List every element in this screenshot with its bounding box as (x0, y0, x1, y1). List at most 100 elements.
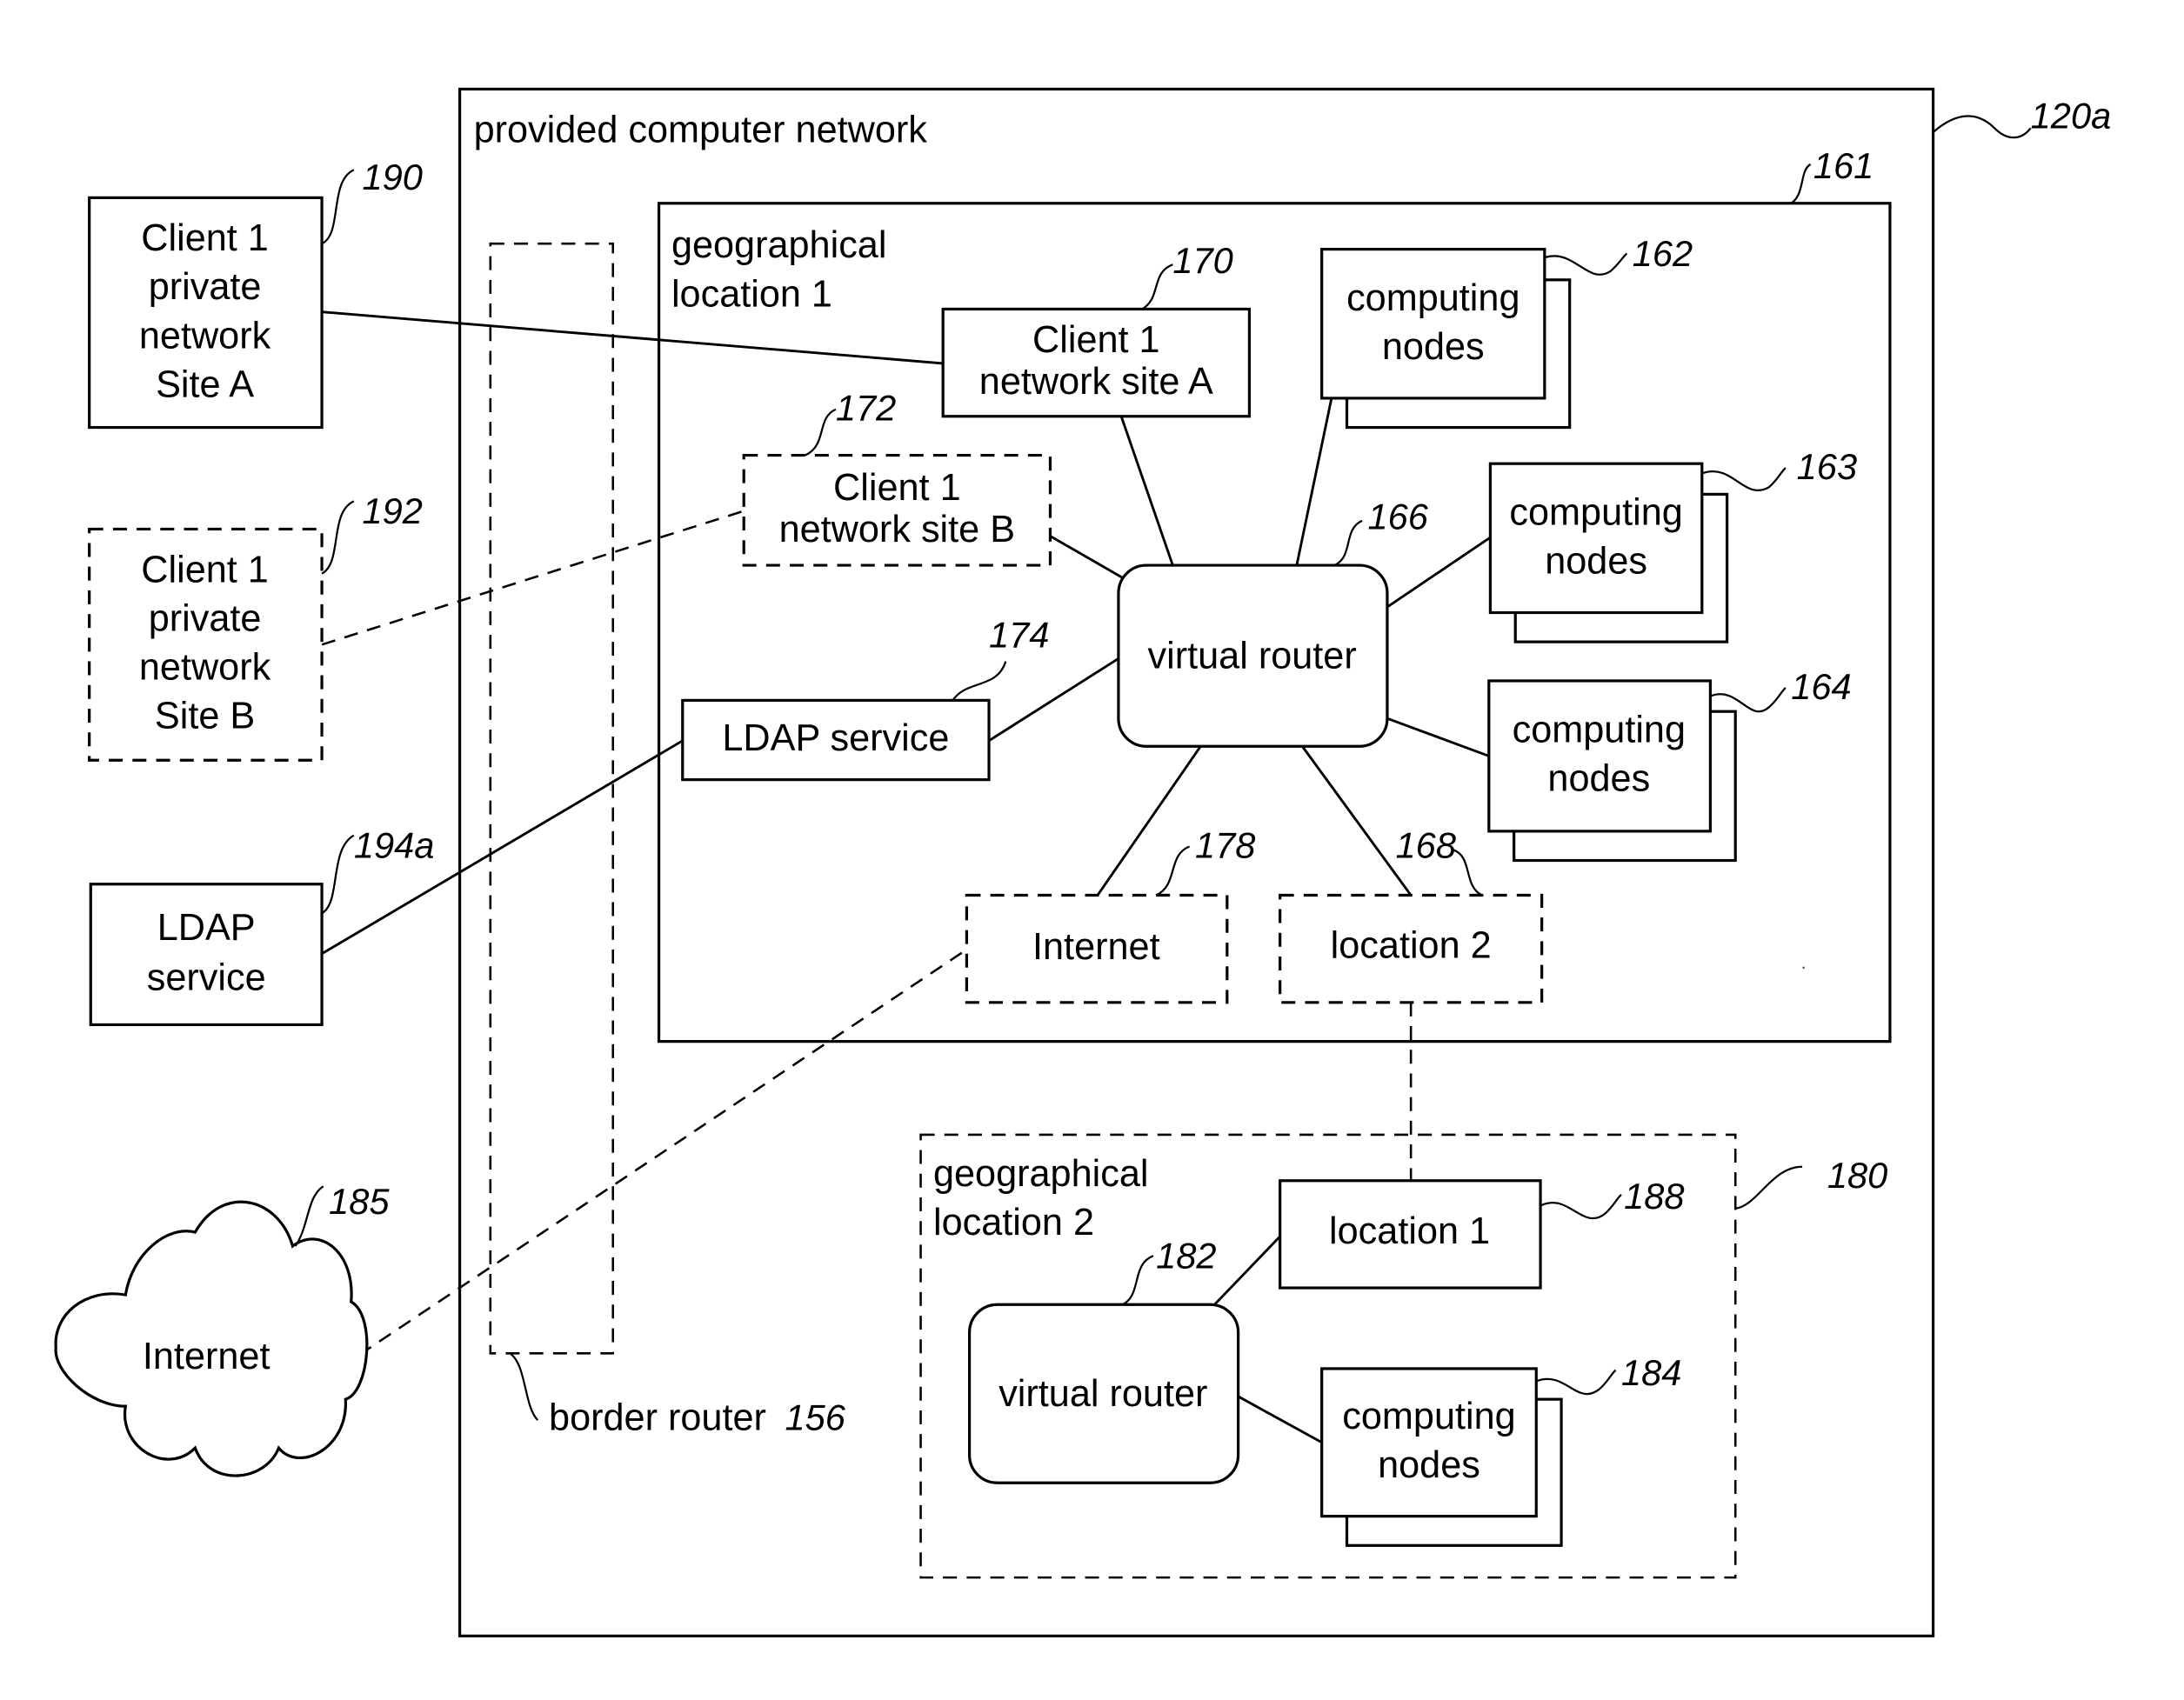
ref-163: 163 (1797, 446, 1857, 487)
svg-text:private: private (149, 597, 262, 639)
ref-194a: 194a (354, 824, 435, 865)
ref-168: 168 (1396, 824, 1456, 865)
link-router-nodes-164 (1386, 717, 1490, 757)
link-router-site-a (1119, 416, 1174, 566)
border-router-label: border router 156 (549, 1397, 846, 1438)
svg-text:Client 1: Client 1 (141, 549, 269, 590)
ref-192: 192 (362, 490, 422, 531)
svg-text:Internet: Internet (1032, 926, 1160, 968)
svg-text:computing: computing (1346, 277, 1519, 319)
ref-120a: 120a (2031, 95, 2112, 136)
svg-text:Client 1: Client 1 (141, 217, 269, 259)
client1-private-network-site-a[interactable]: Client 1 private network Site A (88, 196, 324, 430)
svg-text:Site A: Site A (156, 363, 254, 405)
ref-182: 182 (1156, 1236, 1216, 1277)
svg-text:nodes: nodes (1545, 541, 1647, 583)
link-router-nodes-163 (1386, 536, 1492, 609)
internet-gateway-178[interactable]: Internet (965, 893, 1229, 1004)
ref-leader-156 (509, 1352, 539, 1421)
ref-leader-164 (1709, 687, 1787, 713)
ref-164: 164 (1791, 666, 1851, 707)
border-router[interactable] (489, 242, 614, 1355)
svg-text:nodes: nodes (1382, 326, 1485, 368)
client1-network-site-b[interactable]: Client 1 network site B (742, 453, 1052, 567)
ref-185: 185 (329, 1181, 390, 1222)
svg-text:computing: computing (1342, 1396, 1515, 1437)
svg-text:computing: computing (1509, 492, 1682, 534)
client1-network-site-a[interactable]: Client 1 network site A (941, 307, 1252, 418)
geo-location-2-title-2: location 2 (933, 1202, 1094, 1243)
scan-speck (1802, 966, 1805, 970)
link-router-internet (1096, 745, 1202, 897)
link-router2-location1 (1213, 1235, 1281, 1306)
link-router-nodes-162 (1295, 397, 1333, 566)
link-router-site-b (1049, 535, 1124, 579)
ref-leader-192 (321, 500, 355, 575)
link-site-a-external-to-site-a (321, 310, 944, 365)
ref-leader-194a (321, 834, 355, 915)
ref-162: 162 (1633, 233, 1693, 274)
ldap-service[interactable]: LDAP service (681, 698, 991, 782)
ref-170: 170 (1172, 240, 1232, 281)
svg-text:nodes: nodes (1547, 757, 1650, 799)
virtual-router-166[interactable]: virtual router (1117, 563, 1389, 748)
network-diagram: provided computer network 120a border ro… (54, 87, 2112, 1637)
ref-184: 184 (1621, 1352, 1681, 1393)
geo-location-1-title-2: location 1 (671, 273, 832, 315)
geo-location-1-title: geographical (671, 224, 886, 266)
svg-text:virtual router: virtual router (1148, 636, 1357, 677)
ref-leader-178 (1155, 845, 1191, 897)
svg-text:virtual router: virtual router (998, 1373, 1207, 1415)
computing-nodes-164[interactable]: computing nodes (1487, 679, 1737, 863)
svg-text:private: private (149, 266, 262, 308)
ref-leader-180 (1735, 1165, 1803, 1210)
link-internet-cloud-to-internet (358, 948, 968, 1356)
svg-text:computing: computing (1513, 709, 1686, 750)
ref-180: 180 (1827, 1155, 1887, 1196)
ref-leader-163 (1701, 467, 1787, 491)
svg-text:nodes: nodes (1378, 1444, 1480, 1486)
svg-text:network site B: network site B (779, 509, 1015, 550)
computing-nodes-162[interactable]: computing nodes (1320, 248, 1572, 430)
ref-leader-172 (805, 408, 837, 457)
svg-text:location 2: location 2 (1331, 925, 1492, 967)
ref-161: 161 (1813, 145, 1873, 186)
ref-leader-188 (1539, 1193, 1622, 1220)
svg-text:network: network (139, 315, 271, 357)
location-2-gateway-168[interactable]: location 2 (1279, 893, 1544, 1004)
ref-leader-161 (1790, 163, 1812, 204)
internet-cloud-label: Internet (143, 1336, 270, 1377)
ref-188: 188 (1624, 1176, 1684, 1217)
ref-leader-184 (1535, 1369, 1617, 1396)
svg-text:network site A: network site A (979, 361, 1213, 403)
ref-leader-174 (952, 661, 1007, 702)
ref-leader-190 (321, 169, 355, 245)
svg-text:Client 1: Client 1 (1032, 319, 1160, 361)
ref-leader-166 (1333, 519, 1363, 567)
ref-174: 174 (989, 615, 1049, 656)
location-1-gateway-188[interactable]: location 1 (1279, 1179, 1542, 1290)
svg-text:service: service (147, 957, 266, 998)
svg-text:LDAP service: LDAP service (722, 717, 949, 759)
ref-leader-182 (1122, 1255, 1154, 1306)
ref-leader-170 (1141, 263, 1173, 310)
geo-location-2-title: geographical (933, 1153, 1149, 1195)
ref-leader-162 (1544, 252, 1628, 276)
external-ldap-service[interactable]: LDAP service (89, 883, 324, 1027)
svg-text:network: network (139, 646, 271, 688)
svg-text:LDAP: LDAP (157, 907, 256, 949)
ref-190: 190 (362, 157, 422, 197)
link-router-location2 (1301, 745, 1413, 897)
link-router-ldap (988, 657, 1119, 743)
ref-leader-185 (294, 1185, 324, 1247)
computing-nodes-163[interactable]: computing nodes (1488, 462, 1729, 643)
internet-cloud[interactable]: Internet (54, 1200, 369, 1477)
virtual-router-182[interactable]: virtual router (967, 1303, 1240, 1484)
computing-nodes-184[interactable]: computing nodes (1320, 1367, 1563, 1547)
provided-network-title: provided computer network (474, 109, 928, 150)
ref-172: 172 (836, 388, 896, 429)
ref-leader-120a (1932, 115, 2032, 139)
ref-178: 178 (1195, 824, 1255, 865)
ref-166: 166 (1368, 496, 1429, 537)
client1-private-network-site-b[interactable]: Client 1 private network Site B (88, 527, 324, 762)
